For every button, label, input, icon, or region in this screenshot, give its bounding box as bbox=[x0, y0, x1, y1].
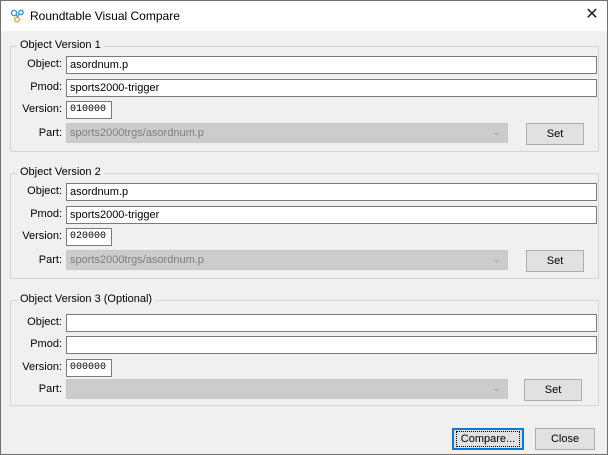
window-title: Roundtable Visual Compare bbox=[30, 9, 180, 23]
pmod-label: Pmod: bbox=[30, 81, 62, 93]
object-label: Object: bbox=[27, 58, 62, 70]
version-label: Version: bbox=[22, 230, 62, 242]
part-label: Part: bbox=[38, 254, 62, 266]
object-version-3-group: Object Version 3 (Optional) Object: Pmod… bbox=[10, 293, 599, 406]
pmod-2-field[interactable]: sports2000-trigger bbox=[66, 206, 597, 224]
object-version-2-group: Object Version 2 Object: asordnum.p Pmod… bbox=[10, 166, 599, 279]
roundtable-app-icon bbox=[10, 9, 24, 23]
set-1-button[interactable]: Set bbox=[526, 123, 584, 145]
close-window-button[interactable]: ✕ bbox=[577, 1, 607, 31]
version-label: Version: bbox=[22, 361, 62, 373]
version-label: Version: bbox=[22, 103, 62, 115]
part-2-dropdown[interactable]: sports2000trgs/asordnum.p ⌄ bbox=[66, 250, 508, 270]
object-label: Object: bbox=[27, 316, 62, 328]
chevron-down-icon: ⌄ bbox=[492, 254, 501, 265]
group-2-legend: Object Version 2 bbox=[17, 166, 104, 178]
object-2-field[interactable]: asordnum.p bbox=[66, 183, 597, 201]
close-button[interactable]: Close bbox=[535, 428, 595, 450]
pmod-label: Pmod: bbox=[30, 338, 62, 350]
version-3-field[interactable]: 000000 bbox=[66, 359, 112, 377]
object-3-field[interactable] bbox=[66, 314, 597, 332]
set-3-button[interactable]: Set bbox=[524, 379, 582, 401]
part-label: Part: bbox=[38, 383, 62, 395]
part-2-value: sports2000trgs/asordnum.p bbox=[70, 254, 204, 266]
pmod-1-field[interactable]: sports2000-trigger bbox=[66, 79, 597, 97]
object-version-1-group: Object Version 1 Object: asordnum.p Pmod… bbox=[10, 39, 599, 152]
pmod-3-field[interactable] bbox=[66, 336, 597, 354]
version-2-field[interactable]: 020000 bbox=[66, 228, 112, 246]
object-1-field[interactable]: asordnum.p bbox=[66, 56, 597, 74]
compare-button-label: Compare... bbox=[455, 431, 521, 447]
set-2-button[interactable]: Set bbox=[526, 250, 584, 272]
chevron-down-icon: ⌄ bbox=[492, 127, 501, 138]
group-1-legend: Object Version 1 bbox=[17, 39, 104, 51]
part-3-dropdown[interactable]: ⌄ bbox=[66, 379, 508, 399]
version-1-field[interactable]: 010000 bbox=[66, 101, 112, 119]
title-bar: Roundtable Visual Compare ✕ bbox=[1, 1, 607, 31]
pmod-label: Pmod: bbox=[30, 208, 62, 220]
compare-button[interactable]: Compare... bbox=[452, 428, 524, 450]
group-3-legend: Object Version 3 (Optional) bbox=[17, 293, 156, 305]
visual-compare-dialog: Roundtable Visual Compare ✕ Object Versi… bbox=[0, 0, 608, 455]
part-label: Part: bbox=[38, 127, 62, 139]
object-label: Object: bbox=[27, 185, 62, 197]
part-1-dropdown[interactable]: sports2000trgs/asordnum.p ⌄ bbox=[66, 123, 508, 143]
part-1-value: sports2000trgs/asordnum.p bbox=[70, 127, 204, 139]
chevron-down-icon: ⌄ bbox=[492, 383, 501, 394]
